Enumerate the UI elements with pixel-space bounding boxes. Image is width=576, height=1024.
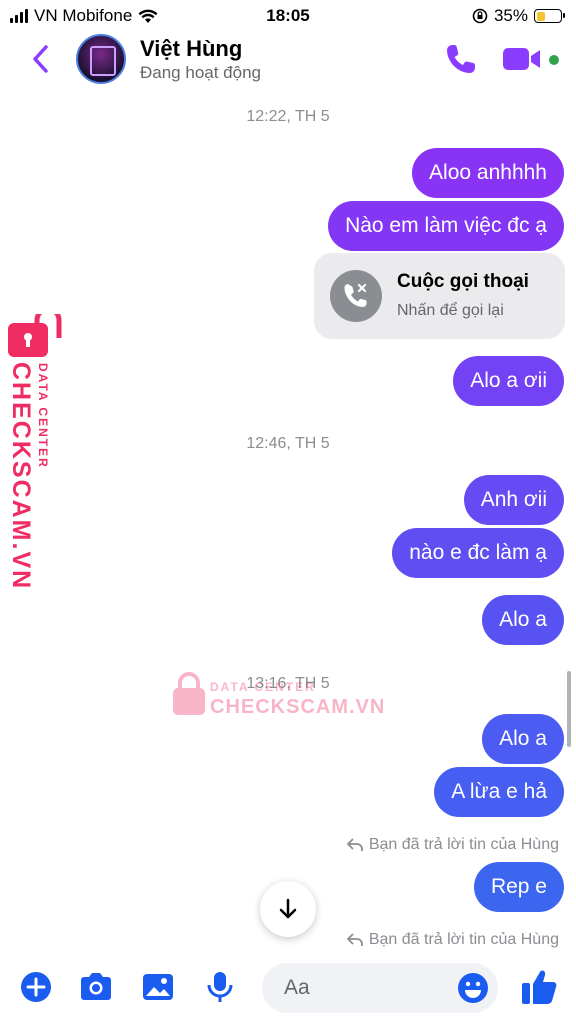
timestamp-2: 12:46, TH 5 [246, 435, 330, 452]
watermark-center: DATA CENTER CHECKSCAM.VN [172, 672, 384, 721]
watermark-brand-vertical: CHECKSCAM.VN [7, 362, 35, 591]
message-bubble[interactable]: Rep e [473, 862, 564, 912]
message-bubble[interactable]: Alo a [482, 595, 564, 645]
reply-arrow-icon [346, 933, 363, 946]
scrollbar[interactable] [567, 671, 571, 747]
message-bubble[interactable]: A lừa e hả [434, 767, 564, 817]
microphone-icon[interactable] [202, 969, 238, 1005]
reply-arrow-icon [346, 838, 363, 851]
watermark-center-brand: CHECKSCAM.VN [210, 696, 386, 718]
watermark-center-lock-icon [173, 672, 205, 715]
scroll-to-bottom-button[interactable] [260, 881, 316, 937]
message-bubble[interactable]: Nào em làm việc đc ạ [328, 201, 564, 251]
reply-note: Bạn đã trả lời tin của Hùng [346, 836, 559, 854]
thumbs-up-icon[interactable] [518, 966, 560, 1008]
message-bubble[interactable]: Alo a [482, 714, 564, 764]
call-card-subtitle: Nhấn để gọi lại [397, 302, 504, 319]
avatar[interactable] [76, 34, 126, 84]
reply-note: Bạn đã trả lời tin của Hùng [346, 931, 559, 949]
timestamp-1: 12:22, TH 5 [246, 108, 330, 125]
call-card-title: Cuộc gọi thoại [397, 271, 529, 292]
chat-header: Việt Hùng Đang hoạt động [0, 30, 576, 90]
message-bubble[interactable]: Aloo anhhhh [412, 148, 564, 198]
reply-note-text: Bạn đã trả lời tin của Hùng [368, 931, 559, 948]
arrow-down-icon [279, 898, 297, 919]
status-bar: VN Mobifone 18:05 35% [0, 0, 576, 30]
emoji-icon[interactable] [456, 971, 490, 1005]
message-bubble[interactable]: Anh ơii [463, 475, 564, 525]
phone-call-icon[interactable] [444, 42, 478, 76]
status-right: 35% [472, 6, 565, 26]
message-bubble[interactable]: Alo a ơii [453, 356, 564, 406]
contact-name[interactable]: Việt Hùng [140, 36, 242, 62]
missed-call-icon [330, 270, 382, 322]
watermark-center-tagline: DATA CENTER [210, 680, 316, 694]
online-status-dot [549, 55, 559, 65]
orientation-lock-icon [472, 8, 488, 24]
gallery-icon[interactable] [140, 969, 176, 1005]
camera-icon[interactable] [78, 969, 114, 1005]
reply-note-text: Bạn đã trả lời tin của Hùng [368, 836, 559, 853]
back-chevron-icon[interactable] [26, 42, 56, 76]
battery-icon [534, 9, 565, 23]
plus-icon[interactable] [18, 969, 54, 1005]
composer-bar [0, 955, 576, 1024]
battery-percent: 35% [493, 6, 528, 25]
video-call-icon[interactable] [502, 44, 542, 74]
message-bubble[interactable]: nào e đc làm ạ [392, 528, 564, 578]
missed-call-card[interactable]: Cuộc gọi thoại Nhấn để gọi lại [314, 253, 565, 339]
contact-status: Đang hoạt động [140, 63, 261, 82]
watermark-lock-icon [8, 314, 62, 357]
